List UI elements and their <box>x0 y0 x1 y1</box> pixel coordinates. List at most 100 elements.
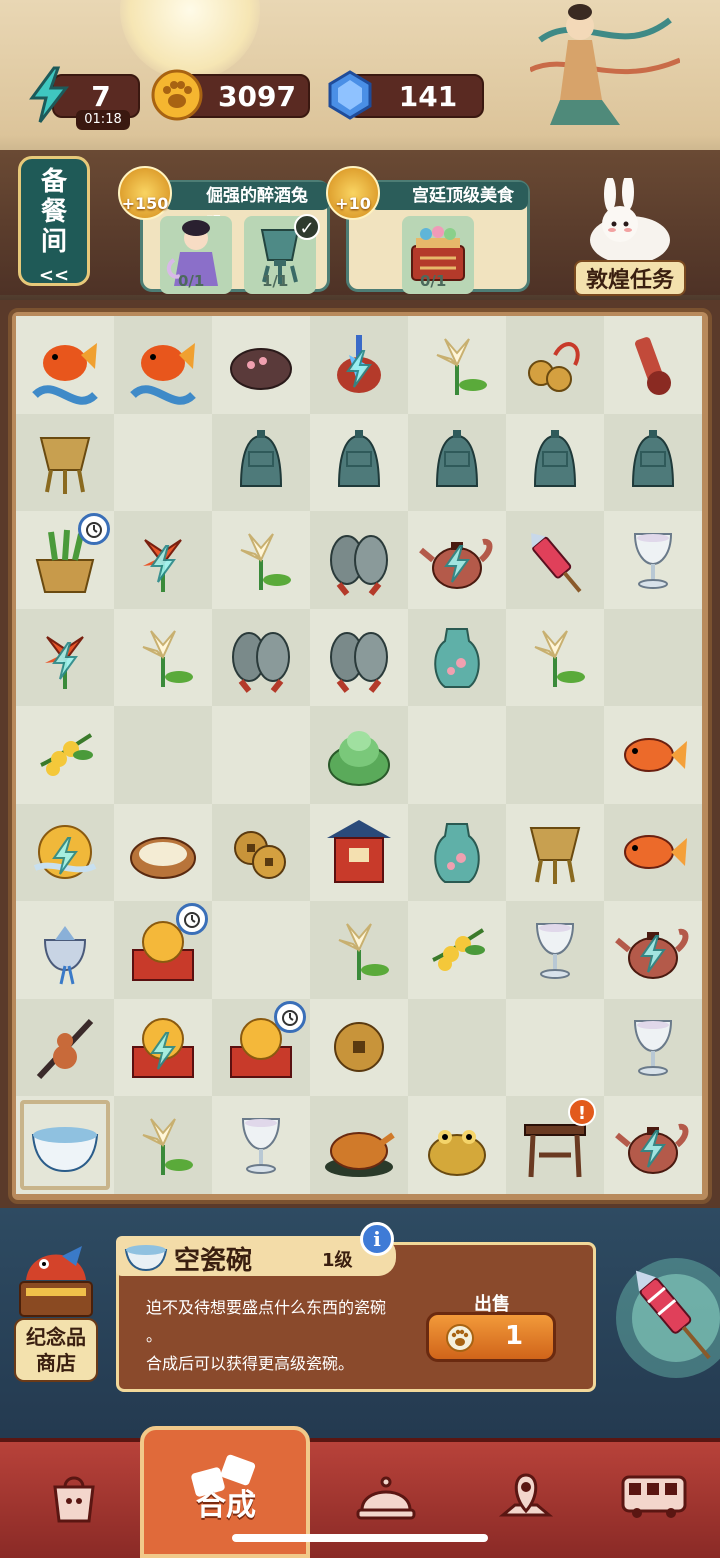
order-count-1-1: 0/1 <box>178 272 205 290</box>
nav-tab-restaurant[interactable] <box>326 1446 446 1546</box>
board-cell[interactable] <box>114 413 212 511</box>
board-cell[interactable] <box>114 706 212 804</box>
osmanthus-icon <box>40 733 93 776</box>
board-cell[interactable] <box>604 316 702 414</box>
board-cell[interactable] <box>16 608 114 706</box>
coin-string-icon <box>528 342 580 392</box>
board-cell[interactable] <box>212 803 310 901</box>
board-cell[interactable] <box>310 511 408 609</box>
board-cell[interactable] <box>16 803 114 901</box>
board-cell[interactable] <box>604 706 702 804</box>
bus-icon <box>621 1475 687 1518</box>
board-cell[interactable] <box>506 901 604 999</box>
board-cell[interactable] <box>408 608 506 706</box>
sell-button[interactable]: 1 <box>426 1312 556 1362</box>
board-cell[interactable] <box>310 1096 408 1194</box>
dragon-shop-icon <box>19 1246 93 1317</box>
item-description-line3: 合成后可以获得更高级瓷碗。 <box>146 1354 355 1373</box>
board-cell[interactable] <box>408 901 506 999</box>
board-cell[interactable] <box>310 706 408 804</box>
lightning-boost-icon <box>52 837 78 875</box>
board-cell[interactable] <box>408 803 506 901</box>
board-cell[interactable] <box>310 998 408 1096</box>
sell-price: 1 <box>505 1321 524 1351</box>
board-cell[interactable] <box>16 511 114 609</box>
board-cell[interactable] <box>310 608 408 706</box>
board-cell[interactable] <box>114 316 212 414</box>
board-cell[interactable] <box>212 316 310 414</box>
board-cell[interactable] <box>212 901 310 999</box>
board-cell[interactable] <box>212 413 310 511</box>
board-cell[interactable] <box>506 706 604 804</box>
copper-coin-icon <box>334 1022 384 1073</box>
board-cell[interactable] <box>16 706 114 804</box>
board-cell[interactable] <box>114 803 212 901</box>
board-cell[interactable] <box>310 803 408 901</box>
kitchen-button[interactable]: 备 餐 间 << <box>18 156 90 286</box>
board-cell[interactable] <box>114 511 212 609</box>
featured-item-button[interactable] <box>606 1238 720 1398</box>
board-cell[interactable] <box>114 608 212 706</box>
souvenir-shop-button[interactable]: 纪念品 商店 <box>6 1232 106 1392</box>
board-cell[interactable] <box>408 511 506 609</box>
info-icon[interactable]: i <box>360 1222 394 1256</box>
board-cell[interactable] <box>212 511 310 609</box>
board-cell[interactable] <box>604 1096 702 1194</box>
bronze-bell-icon <box>631 430 675 488</box>
dunhuang-task-label: 敦煌任务 <box>574 260 686 296</box>
cloche-icon <box>356 1476 416 1520</box>
board-cell[interactable] <box>604 608 702 706</box>
order-reward-2: +10 <box>326 166 380 220</box>
board-cell[interactable] <box>212 998 310 1096</box>
board-cell[interactable] <box>604 511 702 609</box>
board-cell[interactable] <box>604 413 702 511</box>
board-cell[interactable] <box>408 316 506 414</box>
board-cell[interactable] <box>114 998 212 1096</box>
board-cell[interactable] <box>310 901 408 999</box>
board-cell[interactable] <box>506 608 604 706</box>
board-cell[interactable] <box>212 608 310 706</box>
board-cell[interactable]: ! <box>506 1096 604 1194</box>
board-cell[interactable] <box>16 1096 114 1194</box>
bronze-bell-icon <box>337 430 381 488</box>
board-cell[interactable] <box>506 998 604 1096</box>
nav-tab-bag[interactable] <box>14 1446 134 1546</box>
lily-flower-icon <box>240 533 291 590</box>
item-description: 迫不及待想要盛点什么东西的瓷碗 。 合成后可以获得更高级瓷碗。 <box>146 1294 416 1378</box>
board-cell[interactable] <box>114 1096 212 1194</box>
board-cell[interactable] <box>506 413 604 511</box>
board-cell[interactable] <box>408 706 506 804</box>
board-cell[interactable] <box>408 413 506 511</box>
board-cell[interactable] <box>212 706 310 804</box>
board-cell[interactable] <box>604 901 702 999</box>
osmanthus-icon <box>432 928 485 971</box>
lightning-boost-icon <box>150 1032 176 1070</box>
board-cell[interactable] <box>506 511 604 609</box>
board-cell[interactable] <box>506 316 604 414</box>
board-cell[interactable] <box>604 803 702 901</box>
board-cell[interactable] <box>310 413 408 511</box>
board-cell[interactable] <box>16 316 114 414</box>
board-cell[interactable] <box>408 1096 506 1194</box>
item-description-line1: 迫不及待想要盛点什么东西的瓷碗 <box>146 1298 387 1317</box>
board-cell[interactable] <box>16 413 114 511</box>
lily-flower-icon <box>534 630 585 688</box>
lightning-boost-icon <box>640 1129 666 1168</box>
dunhuang-task-button[interactable]: 敦煌任务 <box>574 174 686 296</box>
roast-duck-icon <box>325 1131 395 1177</box>
kitchen-arrow: << <box>38 265 70 286</box>
board-cell[interactable] <box>16 901 114 999</box>
board-cell[interactable] <box>310 316 408 414</box>
board-cell[interactable] <box>212 1096 310 1194</box>
board-cell[interactable] <box>114 901 212 999</box>
board-cell[interactable] <box>16 998 114 1096</box>
rabbit-icon <box>590 174 670 264</box>
board-cell[interactable] <box>506 803 604 901</box>
board-cell[interactable] <box>408 998 506 1096</box>
board-cell[interactable] <box>604 998 702 1096</box>
lily-flower-icon <box>338 923 389 980</box>
nav-tab-map[interactable] <box>466 1446 586 1546</box>
bag-icon <box>53 1476 95 1523</box>
item-title-bar <box>116 1236 396 1276</box>
nav-tab-bus[interactable] <box>594 1446 714 1546</box>
